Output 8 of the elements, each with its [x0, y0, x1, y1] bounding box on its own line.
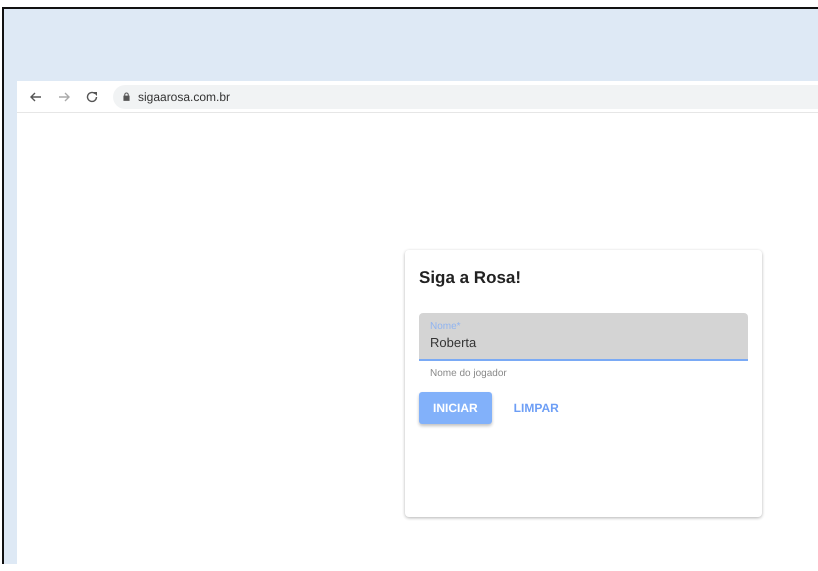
lock-icon: [123, 92, 130, 101]
field-label: Nome*: [430, 321, 462, 332]
reload-icon[interactable]: [85, 90, 99, 104]
field-hint: Nome do jogador: [429, 367, 508, 379]
name-field[interactable]: Nome* Roberta: [419, 313, 748, 361]
address-bar[interactable]: sigaarosa.com.br: [113, 84, 818, 108]
back-icon[interactable]: [29, 90, 43, 104]
card-title: Siga a Rosa!: [419, 268, 522, 288]
